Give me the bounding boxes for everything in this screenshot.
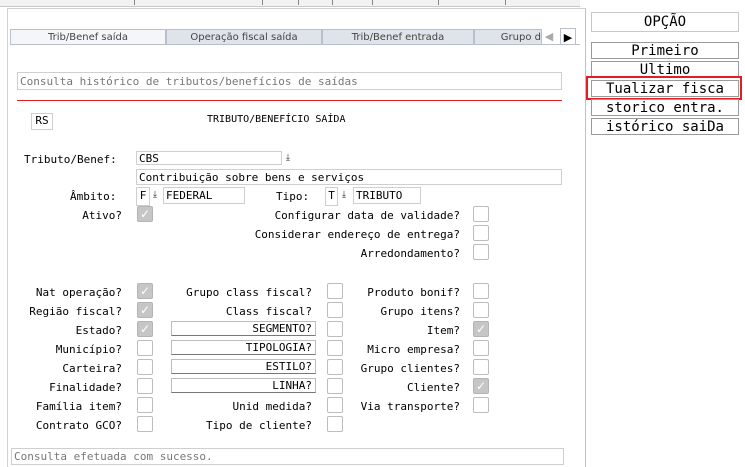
tributo-lookup-icon[interactable]: ⤓ bbox=[283, 152, 293, 164]
description-field[interactable]: Consulta histórico de tributos/benefício… bbox=[17, 72, 562, 90]
class-fiscal-label: Class fiscal? bbox=[225, 305, 312, 318]
ativo-label: Ativo? bbox=[82, 209, 122, 222]
familia-item-label: Família item? bbox=[35, 400, 122, 413]
toolbar-separator bbox=[505, 0, 506, 5]
toolbar-separator bbox=[134, 0, 135, 5]
grupo-class-fiscal-label: Grupo class fiscal? bbox=[186, 286, 312, 299]
top-toolbar-strip bbox=[0, 0, 580, 7]
tipo-code-input[interactable]: T bbox=[325, 187, 338, 206]
form-title: TRIBUTO/BENEFÍCIO SAÍDA bbox=[207, 114, 346, 125]
options-title: OPÇÃO bbox=[591, 12, 739, 32]
estado-checkbox[interactable] bbox=[137, 321, 153, 337]
grupo-itens-checkbox[interactable] bbox=[473, 302, 489, 318]
tab-divider bbox=[10, 44, 580, 45]
grupo-clientes-checkbox[interactable] bbox=[473, 359, 489, 375]
tributo-label: Tributo/Benef: bbox=[24, 153, 117, 166]
highlight-box bbox=[586, 76, 742, 100]
estilo-field: ESTILO? bbox=[171, 359, 316, 374]
item-checkbox[interactable] bbox=[473, 321, 489, 337]
toolbar-separator bbox=[298, 0, 299, 5]
micro-empresa-checkbox[interactable] bbox=[473, 340, 489, 356]
endereco-entrega-checkbox[interactable] bbox=[473, 225, 489, 241]
carteira-label: Carteira? bbox=[62, 362, 122, 375]
tipologia-field: TIPOLOGIA? bbox=[171, 340, 316, 355]
cliente-checkbox[interactable] bbox=[473, 378, 489, 394]
toolbar-separator bbox=[332, 0, 333, 5]
tab-operacao-fiscal-saida[interactable]: Operação fiscal saída bbox=[166, 29, 322, 45]
estado-label: Estado? bbox=[75, 324, 122, 337]
grupo-clientes-label: Grupo clientes? bbox=[360, 362, 460, 375]
segmento-field: SEGMENTO? bbox=[171, 321, 316, 336]
ambito-code-input[interactable]: F bbox=[136, 187, 150, 206]
historico-saida-button[interactable]: istórico saiDa bbox=[591, 118, 739, 135]
tipo-lookup-icon[interactable]: ⤓ bbox=[339, 189, 349, 201]
tributo-input[interactable]: CBS bbox=[136, 151, 282, 165]
arredondamento-checkbox[interactable] bbox=[473, 244, 489, 260]
contrato-gco-checkbox[interactable] bbox=[137, 416, 153, 432]
produto-bonif-checkbox[interactable] bbox=[473, 283, 489, 299]
unid-medida-label: Unid medida? bbox=[232, 400, 312, 413]
nat-operacao-checkbox[interactable] bbox=[137, 283, 153, 299]
endereco-entrega-label: Considerar endereço de entrega? bbox=[254, 228, 460, 241]
familia-item-checkbox[interactable] bbox=[137, 397, 153, 413]
ambito-label: Âmbito: bbox=[70, 190, 117, 203]
linha-field: LINHA? bbox=[171, 378, 316, 393]
tab-trib-benef-saida[interactable]: Trib/Benef saída bbox=[10, 29, 166, 45]
toolbar-separator bbox=[372, 0, 373, 5]
regiao-fiscal-label: Região fiscal? bbox=[29, 305, 122, 318]
ativo-checkbox[interactable] bbox=[137, 206, 153, 222]
contrato-gco-label: Contrato GCO? bbox=[35, 419, 122, 432]
regiao-fiscal-checkbox[interactable] bbox=[137, 302, 153, 318]
code-field[interactable]: RS bbox=[31, 113, 53, 130]
finalidade-label: Finalidade? bbox=[49, 381, 122, 394]
config-validade-label: Configurar data de validade? bbox=[274, 209, 460, 222]
via-transporte-checkbox[interactable] bbox=[473, 397, 489, 413]
cliente-label: Cliente? bbox=[407, 381, 460, 394]
via-transporte-label: Via transporte? bbox=[360, 400, 460, 413]
tab-grupo[interactable]: Grupo d bbox=[474, 29, 542, 45]
grupo-itens-label: Grupo itens? bbox=[380, 305, 460, 318]
ambito-lookup-icon[interactable]: ⤓ bbox=[150, 189, 160, 201]
arredondamento-label: Arredondamento? bbox=[360, 247, 460, 260]
historico-entrada-button[interactable]: storico entra. bbox=[591, 99, 739, 116]
ambito-value: FEDERAL bbox=[163, 187, 245, 204]
municipio-checkbox[interactable] bbox=[137, 340, 153, 356]
primeiro-button[interactable]: Primeiro bbox=[591, 42, 739, 59]
produto-bonif-label: Produto bonif? bbox=[367, 286, 460, 299]
config-validade-checkbox[interactable] bbox=[473, 206, 489, 222]
finalidade-checkbox[interactable] bbox=[137, 378, 153, 394]
municipio-label: Município? bbox=[55, 343, 122, 356]
red-divider bbox=[17, 100, 562, 101]
tipo-cliente-checkbox[interactable] bbox=[327, 416, 343, 432]
micro-empresa-label: Micro empresa? bbox=[367, 343, 460, 356]
toolbar-separator bbox=[262, 0, 263, 5]
tab-scroll-right-icon[interactable]: ▶ bbox=[560, 28, 576, 45]
status-bar: Consulta efetuada com sucesso. bbox=[11, 448, 564, 465]
tab-trib-benef-entrada[interactable]: Trib/Benef entrada bbox=[322, 29, 474, 45]
tipo-cliente-label: Tipo de cliente? bbox=[206, 419, 312, 432]
tributo-description: Contribuição sobre bens e serviços bbox=[136, 169, 562, 185]
nat-operacao-label: Nat operação? bbox=[35, 286, 122, 299]
carteira-checkbox[interactable] bbox=[137, 359, 153, 375]
tab-scroll-left-icon[interactable]: ◀ bbox=[541, 28, 557, 45]
toolbar-separator bbox=[438, 0, 439, 5]
item-label: Item? bbox=[426, 324, 460, 337]
tipo-value: TRIBUTO bbox=[353, 187, 421, 204]
tipo-label: Tipo: bbox=[276, 190, 310, 203]
